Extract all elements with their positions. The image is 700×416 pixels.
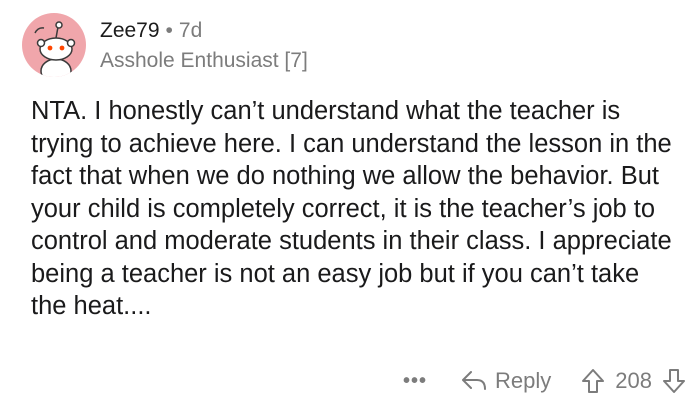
vote-controls: 208 (581, 368, 686, 394)
meta-separator: • (165, 19, 173, 42)
comment-meta: Zee79 • 7d Asshole Enthusiast [7] (100, 18, 308, 74)
reply-label: Reply (495, 368, 552, 393)
reply-arrow-icon (462, 371, 487, 390)
snoo-avatar-icon (34, 21, 76, 77)
comment-body: NTA. I honestly can’t understand what th… (31, 97, 672, 320)
comment-age: 7d (178, 19, 203, 42)
reply-button[interactable]: Reply (461, 368, 551, 394)
author-username[interactable]: Zee79 (100, 19, 160, 42)
avatar[interactable] (22, 13, 86, 77)
more-options-icon[interactable]: ••• (403, 370, 427, 393)
downvote-arrow-icon[interactable] (662, 368, 686, 394)
vote-score: 208 (615, 368, 652, 393)
user-flair: Asshole Enthusiast [7] (100, 49, 308, 72)
comment-actions: ••• Reply 208 (403, 368, 686, 394)
upvote-arrow-icon[interactable] (581, 368, 605, 394)
